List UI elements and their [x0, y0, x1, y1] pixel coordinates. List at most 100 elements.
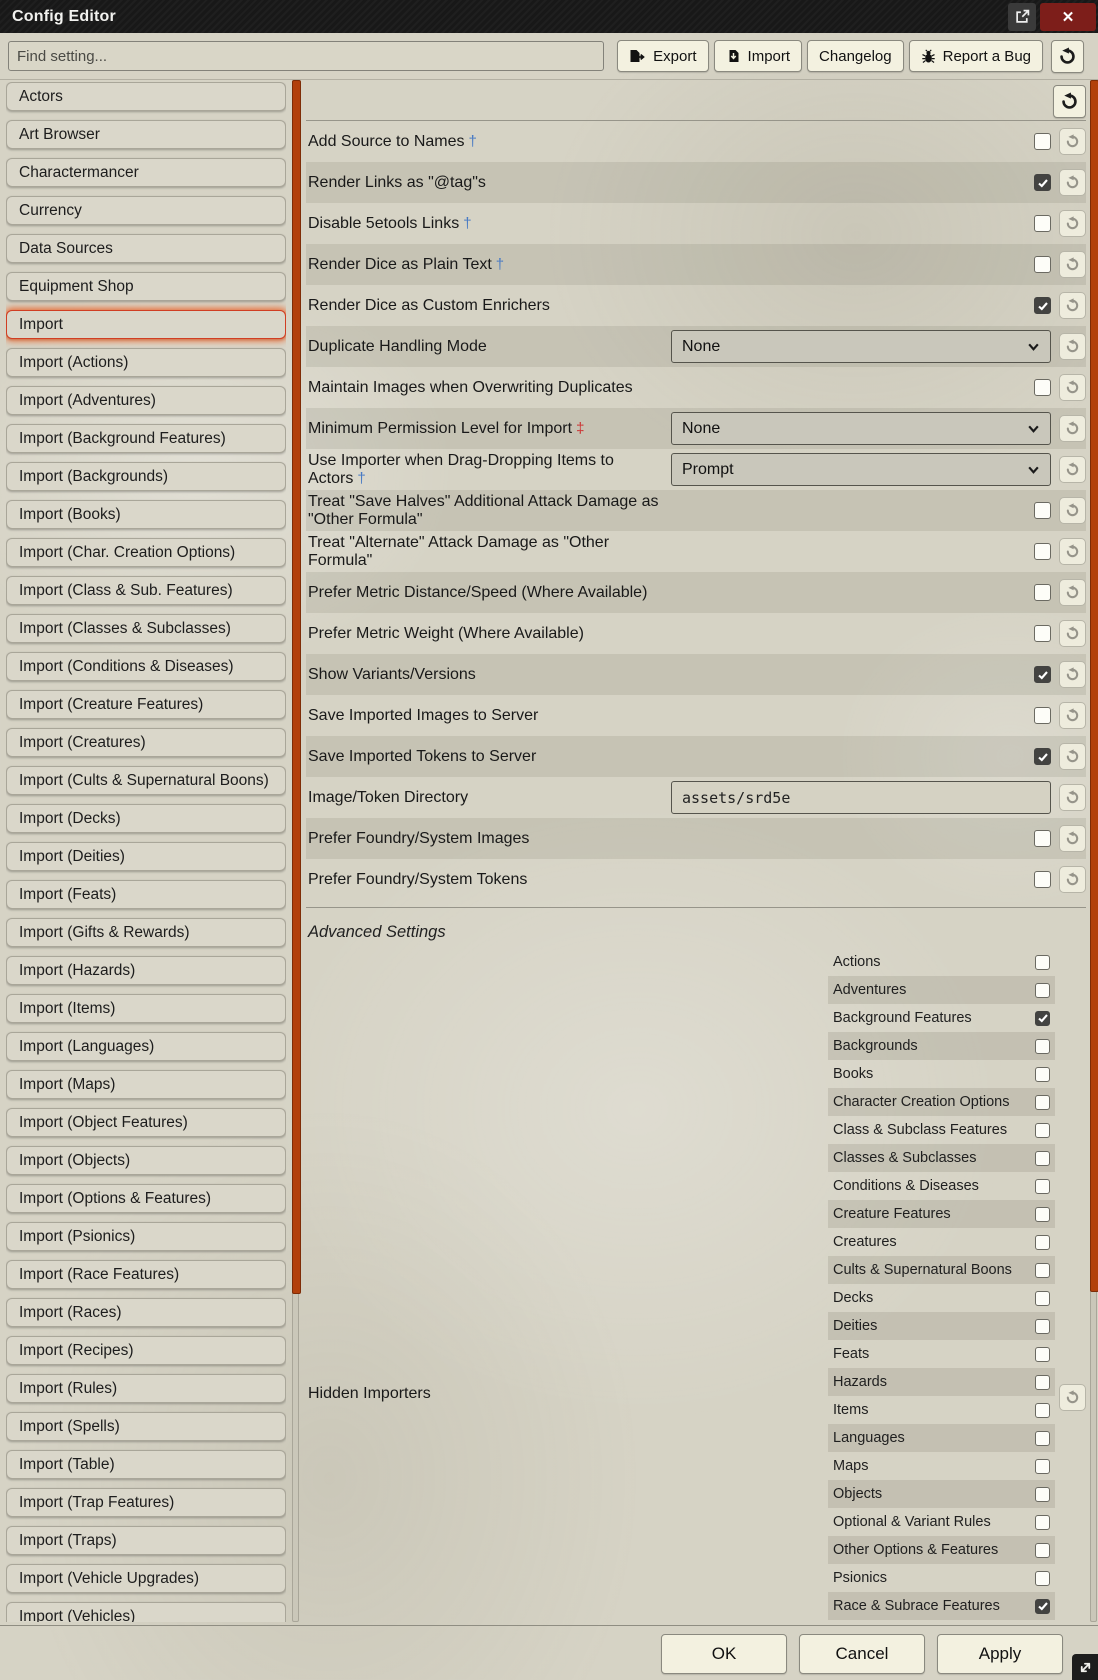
sidebar-item-import-deities[interactable]: Import (Deities) [6, 842, 286, 871]
sidebar-item-currency[interactable]: Currency [6, 196, 286, 225]
sidebar-item-art-browser[interactable]: Art Browser [6, 120, 286, 149]
sidebar-item-import-maps[interactable]: Import (Maps) [6, 1070, 286, 1099]
maintain-images-when-overwriting-duplicates-reset-button[interactable] [1059, 374, 1086, 401]
sidebar-item-import-rules[interactable]: Import (Rules) [6, 1374, 286, 1403]
render-dice-as-plain-text-reset-button[interactable] [1059, 251, 1086, 278]
disable-5etools-links-reset-button[interactable] [1059, 210, 1086, 237]
actions-checkbox[interactable] [1035, 955, 1050, 970]
maintain-images-when-overwriting-duplicates-checkbox[interactable] [1034, 379, 1051, 396]
sidebar-item-import-languages[interactable]: Import (Languages) [6, 1032, 286, 1061]
changelog-button[interactable]: Changelog [807, 40, 904, 72]
prefer-foundry-system-images-checkbox[interactable] [1034, 830, 1051, 847]
prefer-metric-distance-speed-where-available-checkbox[interactable] [1034, 584, 1051, 601]
background-features-checkbox[interactable] [1035, 1011, 1050, 1026]
sidebar-item-import-backgrounds[interactable]: Import (Backgrounds) [6, 462, 286, 491]
sidebar-scrollbar-thumb[interactable] [292, 80, 301, 1294]
ok-button[interactable]: OK [661, 1634, 787, 1674]
section-reset-button[interactable] [1053, 85, 1086, 118]
disable-5etools-links-checkbox[interactable] [1034, 215, 1051, 232]
sidebar-item-import-actions[interactable]: Import (Actions) [6, 348, 286, 377]
race-subrace-features-checkbox[interactable] [1035, 1599, 1050, 1614]
save-imported-images-to-server-checkbox[interactable] [1034, 707, 1051, 724]
popout-button[interactable] [1008, 3, 1036, 31]
sidebar-item-actors[interactable]: Actors [6, 82, 286, 111]
sidebar-item-import-conditions-diseases[interactable]: Import (Conditions & Diseases) [6, 652, 286, 681]
sidebar-item-import-cults-supernatural-boons[interactable]: Import (Cults & Supernatural Boons) [6, 766, 286, 795]
add-source-to-names-checkbox[interactable] [1034, 133, 1051, 150]
maps-checkbox[interactable] [1035, 1459, 1050, 1474]
sidebar-item-import-background-features[interactable]: Import (Background Features) [6, 424, 286, 453]
treat-save-halves-additional-attack-damage-as-other-formula-reset-button[interactable] [1059, 497, 1086, 524]
books-checkbox[interactable] [1035, 1067, 1050, 1082]
sidebar-item-import-feats[interactable]: Import (Feats) [6, 880, 286, 909]
treat-alternate-attack-damage-as-other-formula-checkbox[interactable] [1034, 543, 1051, 560]
cancel-button[interactable]: Cancel [799, 1634, 925, 1674]
feats-checkbox[interactable] [1035, 1347, 1050, 1362]
adventures-checkbox[interactable] [1035, 983, 1050, 998]
toolbar-reset-button[interactable] [1051, 40, 1084, 73]
sidebar-item-import-options-features[interactable]: Import (Options & Features) [6, 1184, 286, 1213]
minimum-permission-level-for-import-select[interactable]: None [671, 412, 1051, 445]
prefer-foundry-system-tokens-checkbox[interactable] [1034, 871, 1051, 888]
sidebar-item-import-creature-features[interactable]: Import (Creature Features) [6, 690, 286, 719]
creature-features-checkbox[interactable] [1035, 1207, 1050, 1222]
main-scrollbar[interactable] [1090, 80, 1097, 1622]
sidebar-item-import-class-sub-features[interactable]: Import (Class & Sub. Features) [6, 576, 286, 605]
treat-save-halves-additional-attack-damage-as-other-formula-checkbox[interactable] [1034, 502, 1051, 519]
render-links-as-tag-s-reset-button[interactable] [1059, 169, 1086, 196]
search-input[interactable] [8, 41, 604, 71]
other-options-features-checkbox[interactable] [1035, 1543, 1050, 1558]
prefer-metric-weight-where-available-checkbox[interactable] [1034, 625, 1051, 642]
sidebar-item-import-objects[interactable]: Import (Objects) [6, 1146, 286, 1175]
cults-supernatural-boons-checkbox[interactable] [1035, 1263, 1050, 1278]
sidebar-item-import-adventures[interactable]: Import (Adventures) [6, 386, 286, 415]
sidebar-item-import-spells[interactable]: Import (Spells) [6, 1412, 286, 1441]
use-importer-when-drag-dropping-items-to-actors-select[interactable]: Prompt [671, 453, 1051, 486]
sidebar-item-import-trap-features[interactable]: Import (Trap Features) [6, 1488, 286, 1517]
sidebar-item-import-recipes[interactable]: Import (Recipes) [6, 1336, 286, 1365]
sidebar-item-import-creatures[interactable]: Import (Creatures) [6, 728, 286, 757]
character-creation-options-checkbox[interactable] [1035, 1095, 1050, 1110]
optional-variant-rules-checkbox[interactable] [1035, 1515, 1050, 1530]
classes-subclasses-checkbox[interactable] [1035, 1151, 1050, 1166]
treat-alternate-attack-damage-as-other-formula-reset-button[interactable] [1059, 538, 1086, 565]
sidebar-item-import-psionics[interactable]: Import (Psionics) [6, 1222, 286, 1251]
prefer-foundry-system-images-reset-button[interactable] [1059, 825, 1086, 852]
close-button[interactable]: ✕ [1040, 3, 1096, 31]
show-variants-versions-reset-button[interactable] [1059, 661, 1086, 688]
show-variants-versions-checkbox[interactable] [1034, 666, 1051, 683]
class-subclass-features-checkbox[interactable] [1035, 1123, 1050, 1138]
sidebar-item-import-object-features[interactable]: Import (Object Features) [6, 1108, 286, 1137]
sidebar-item-import-books[interactable]: Import (Books) [6, 500, 286, 529]
deities-checkbox[interactable] [1035, 1319, 1050, 1334]
import-button[interactable]: Import [714, 40, 803, 72]
sidebar-item-equipment-shop[interactable]: Equipment Shop [6, 272, 286, 301]
sidebar-item-import-classes-subclasses[interactable]: Import (Classes & Subclasses) [6, 614, 286, 643]
main-scrollbar-thumb[interactable] [1090, 80, 1098, 1292]
languages-checkbox[interactable] [1035, 1431, 1050, 1446]
render-links-as-tag-s-checkbox[interactable] [1034, 174, 1051, 191]
sidebar-item-import-char-creation-options[interactable]: Import (Char. Creation Options) [6, 538, 286, 567]
save-imported-tokens-to-server-reset-button[interactable] [1059, 743, 1086, 770]
hidden-importers-reset-button[interactable] [1059, 1384, 1086, 1411]
save-imported-tokens-to-server-checkbox[interactable] [1034, 748, 1051, 765]
sidebar-item-import[interactable]: Import [6, 310, 286, 339]
sidebar-item-import-vehicles[interactable]: Import (Vehicles) [6, 1602, 286, 1622]
hazards-checkbox[interactable] [1035, 1375, 1050, 1390]
report-a-bug-button[interactable]: Report a Bug [909, 40, 1043, 72]
sidebar-item-import-traps[interactable]: Import (Traps) [6, 1526, 286, 1555]
sidebar-scrollbar[interactable] [292, 80, 299, 1622]
minimum-permission-level-for-import-reset-button[interactable] [1059, 415, 1086, 442]
conditions-diseases-checkbox[interactable] [1035, 1179, 1050, 1194]
sidebar-item-data-sources[interactable]: Data Sources [6, 234, 286, 263]
export-button[interactable]: Export [617, 40, 708, 72]
render-dice-as-custom-enrichers-reset-button[interactable] [1059, 292, 1086, 319]
duplicate-handling-mode-reset-button[interactable] [1059, 333, 1086, 360]
objects-checkbox[interactable] [1035, 1487, 1050, 1502]
prefer-foundry-system-tokens-reset-button[interactable] [1059, 866, 1086, 893]
backgrounds-checkbox[interactable] [1035, 1039, 1050, 1054]
image-token-directory-input[interactable]: assets/srd5e [671, 781, 1051, 814]
sidebar-item-import-races[interactable]: Import (Races) [6, 1298, 286, 1327]
sidebar-item-import-items[interactable]: Import (Items) [6, 994, 286, 1023]
items-checkbox[interactable] [1035, 1403, 1050, 1418]
